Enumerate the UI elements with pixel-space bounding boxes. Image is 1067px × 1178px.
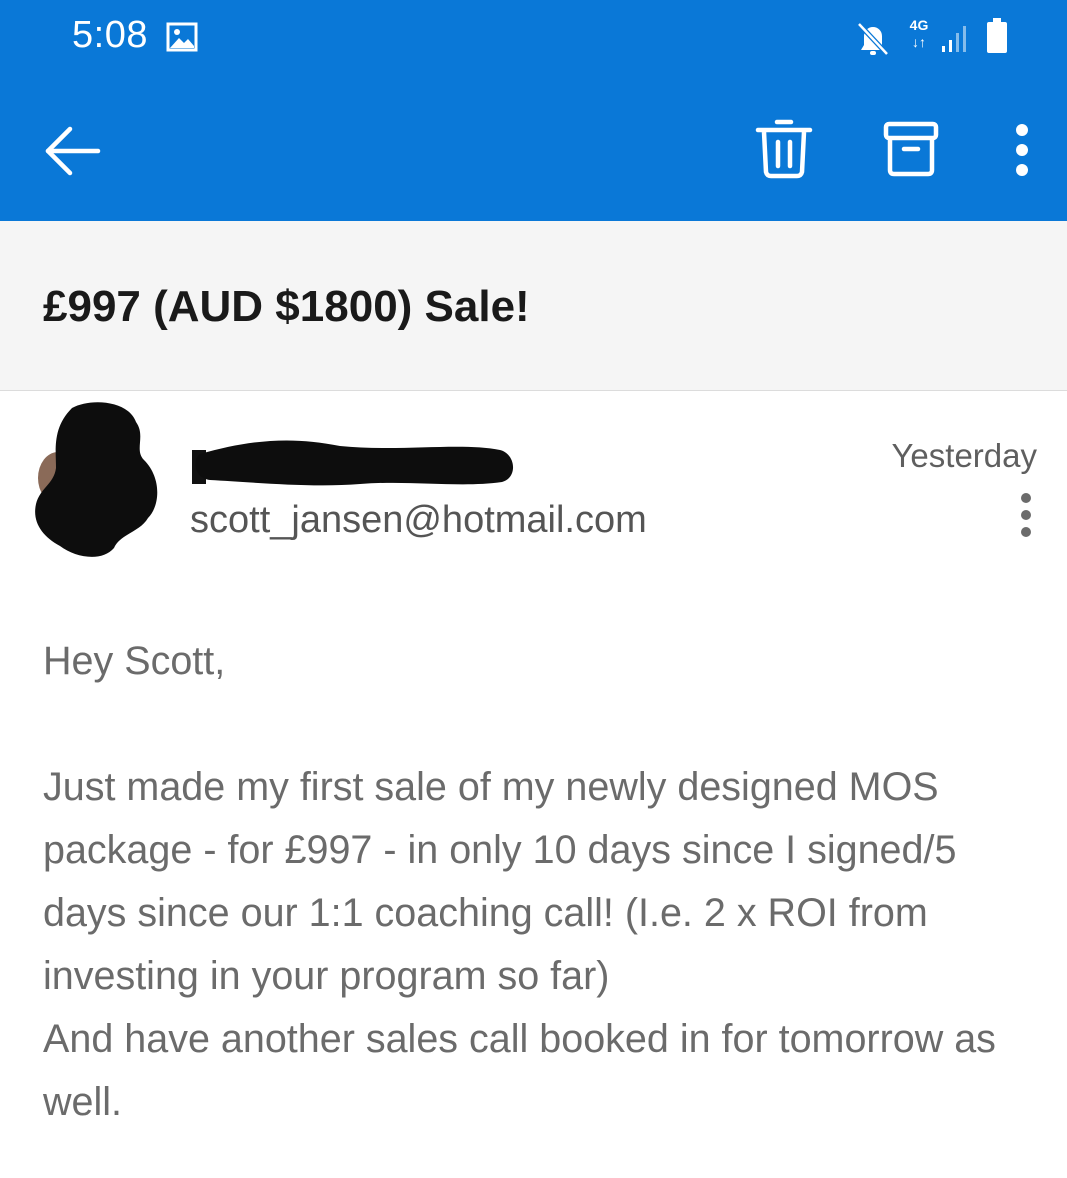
- signal-icon: [942, 26, 966, 52]
- sender-name-redacted: [192, 440, 514, 486]
- sender-avatar[interactable]: [32, 398, 162, 560]
- email-body-paragraph: And have another sales call booked in fo…: [43, 1017, 996, 1124]
- subject-bar: £997 (AUD $1800) Sale!: [0, 221, 1067, 391]
- email-subject: £997 (AUD $1800) Sale!: [43, 282, 530, 331]
- status-time: 5:08: [72, 14, 148, 56]
- email-greeting: Hey Scott,: [43, 639, 226, 683]
- battery-icon: [987, 18, 1007, 53]
- app-header: 5:08 4G ↓↑: [0, 0, 1067, 221]
- email-body: Hey Scott, Just made my first sale of my…: [43, 630, 1033, 1134]
- mute-icon: [857, 22, 889, 56]
- more-options-button[interactable]: [1004, 122, 1040, 178]
- archive-button[interactable]: [880, 118, 942, 180]
- delete-button[interactable]: [754, 116, 814, 182]
- sender-email: scott_jansen@hotmail.com: [190, 499, 647, 541]
- email-body-paragraph: Just made my first sale of my newly desi…: [43, 765, 957, 998]
- image-icon: [166, 22, 198, 52]
- message-time: Yesterday: [891, 437, 1037, 474]
- network-activity-icon: ↓↑: [912, 34, 926, 50]
- back-button[interactable]: [40, 118, 106, 184]
- message-more-options-button[interactable]: [1010, 490, 1042, 540]
- network-type-label: 4G: [909, 17, 929, 33]
